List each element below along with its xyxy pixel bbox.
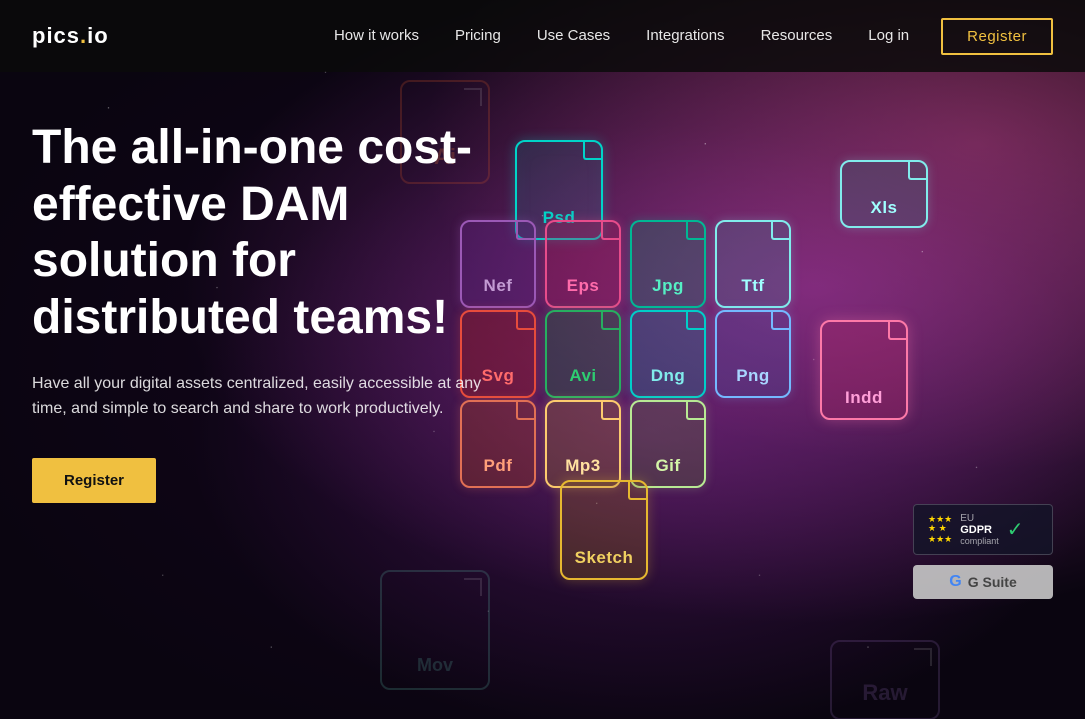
file-icon-mp3: Mp3: [545, 400, 621, 488]
gsuite-badge: G G Suite: [913, 565, 1053, 599]
gdpr-stars-decoration: ★★★★ ★ ★★★: [928, 515, 952, 545]
file-icon-eps: Eps: [545, 220, 621, 308]
hero-register-button[interactable]: Register: [32, 458, 156, 503]
main-navigation: pics.io How it works Pricing Use Cases I…: [0, 0, 1085, 72]
hero-subtext: Have all your digital assets centralized…: [32, 371, 492, 422]
nav-resources[interactable]: Resources: [761, 27, 833, 44]
file-icon-indd: Indd: [820, 320, 908, 420]
file-icon-dng: Dng: [630, 310, 706, 398]
nav-links: How it works Pricing Use Cases Integrati…: [334, 27, 909, 45]
ghost-raw-icon: Raw: [830, 640, 940, 719]
nav-register-button[interactable]: Register: [941, 18, 1053, 55]
gdpr-checkmark-icon: ✓: [1007, 517, 1024, 542]
file-icon-ttf: Ttf: [715, 220, 791, 308]
nav-use-cases[interactable]: Use Cases: [537, 27, 610, 44]
nav-pricing[interactable]: Pricing: [455, 27, 501, 44]
gsuite-label: G Suite: [968, 574, 1017, 590]
file-icon-gif: Gif: [630, 400, 706, 488]
nav-how-it-works[interactable]: How it works: [334, 27, 419, 44]
logo[interactable]: pics.io: [32, 23, 109, 49]
gsuite-g-icon: G: [949, 573, 961, 591]
file-icon-avi: Avi: [545, 310, 621, 398]
file-icon-xls: Xls: [840, 160, 928, 228]
hero-section: pics.io How it works Pricing Use Cases I…: [0, 0, 1085, 719]
file-icon-jpg: Jpg: [630, 220, 706, 308]
badges-area: ★★★★ ★ ★★★ EU GDPR compliant ✓ G G Suite: [913, 504, 1053, 599]
hero-headline: The all-in-one cost-effective DAM soluti…: [32, 120, 532, 347]
nav-login[interactable]: Log in: [868, 27, 909, 44]
ghost-mov-icon: Mov: [380, 570, 490, 690]
file-icon-sketch: Sketch: [560, 480, 648, 580]
file-icon-png: Png: [715, 310, 791, 398]
logo-text: pics.io: [32, 23, 109, 49]
gdpr-badge: ★★★★ ★ ★★★ EU GDPR compliant ✓: [913, 504, 1053, 555]
nav-integrations[interactable]: Integrations: [646, 27, 724, 44]
hero-content: The all-in-one cost-effective DAM soluti…: [32, 120, 532, 503]
file-icons-area: Ai Mov Raw Psd Nef Eps Jpg: [480, 80, 1085, 719]
